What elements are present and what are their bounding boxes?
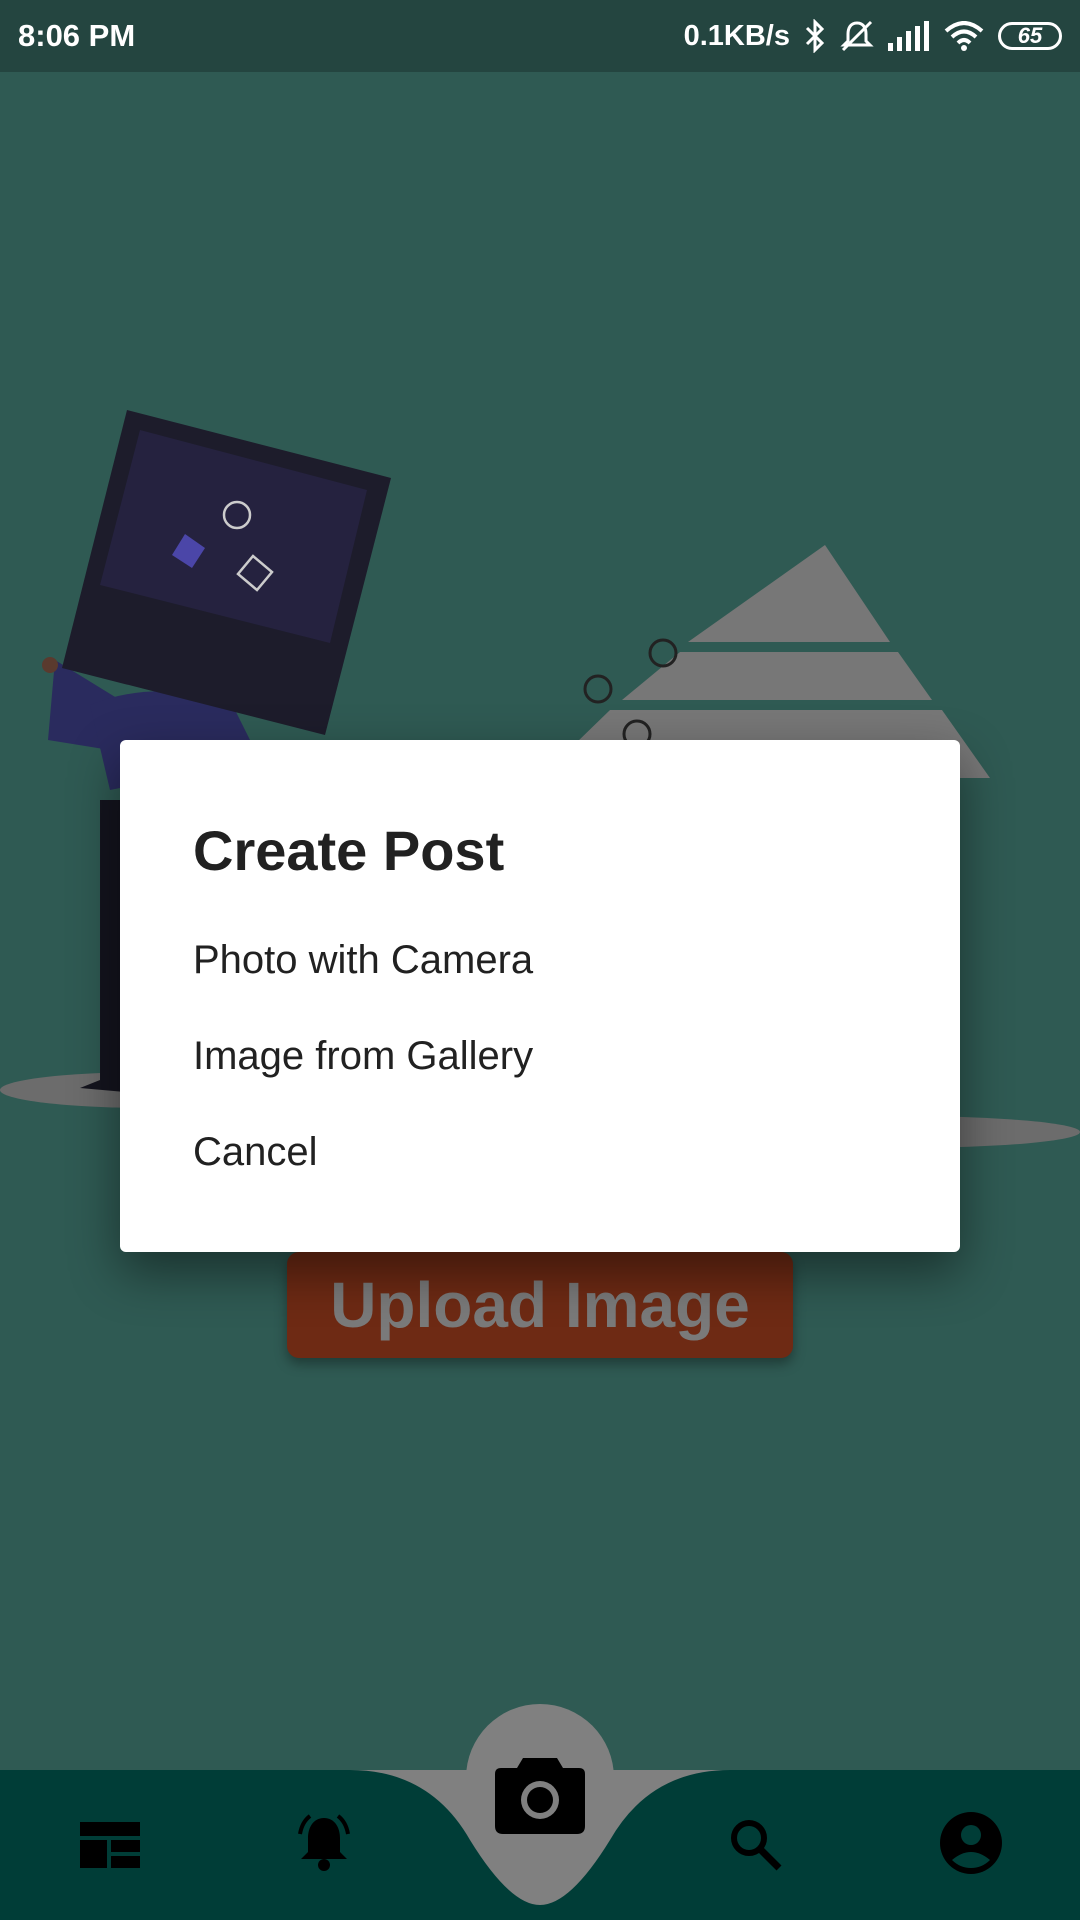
search-icon[interactable] — [727, 1816, 783, 1877]
cancel-option[interactable]: Cancel — [193, 1130, 318, 1175]
battery-icon: 65 — [998, 22, 1062, 50]
photo-with-camera-option[interactable]: Photo with Camera — [193, 938, 533, 983]
notifications-icon[interactable] — [292, 1812, 356, 1881]
image-from-gallery-option[interactable]: Image from Gallery — [193, 1034, 533, 1079]
wifi-icon — [944, 21, 984, 51]
status-time: 8:06 PM — [18, 18, 136, 53]
profile-icon[interactable] — [940, 1812, 1002, 1879]
dialog-title: Create Post — [193, 819, 505, 882]
status-icons: 0.1KB/s 65 — [684, 19, 1062, 53]
status-bar: 8:06 PM 0.1KB/s 65 — [0, 0, 1080, 72]
upload-image-button[interactable]: Upload Image — [287, 1252, 793, 1358]
timeline-icon[interactable] — [80, 1822, 140, 1873]
signal-icon — [888, 21, 930, 51]
network-speed: 0.1KB/s — [683, 19, 790, 52]
create-post-dialog: Create Post Photo with Camera Image from… — [120, 740, 960, 1252]
silent-icon — [840, 19, 874, 53]
camera-icon[interactable] — [495, 1752, 585, 1839]
bluetooth-icon — [804, 19, 826, 53]
